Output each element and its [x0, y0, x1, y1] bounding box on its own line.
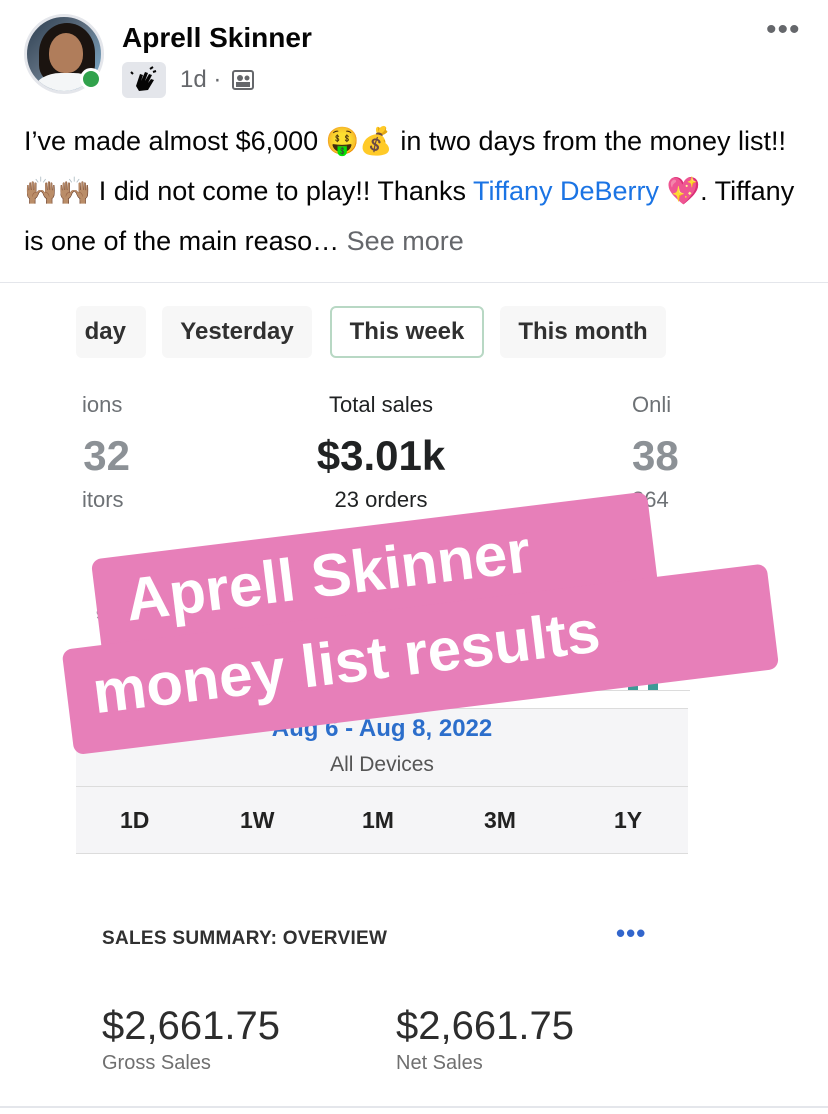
range-1d-button[interactable]: 1D [120, 787, 149, 853]
post-timestamp[interactable]: 1d · [180, 66, 221, 94]
post-more-options-icon[interactable]: ••• [766, 15, 801, 45]
see-more-link[interactable]: See more [339, 226, 464, 256]
tab-today[interactable]: day [76, 306, 146, 358]
tab-this-week[interactable]: This week [330, 306, 484, 358]
divider [0, 282, 828, 283]
stat-right-value: 38 [632, 432, 679, 479]
stat-left-value: 32 [83, 432, 130, 479]
summary-more-icon[interactable]: ••• [616, 918, 646, 949]
range-3m-button[interactable]: 3M [484, 787, 516, 853]
mention-link[interactable]: Tiffany DeBerry [473, 176, 659, 206]
post-bottom-divider [0, 1106, 828, 1108]
net-sales-value: $2,661.75 [396, 1004, 574, 1048]
tab-this-month[interactable]: This month [500, 306, 666, 358]
range-selector: 1D 1W 1M 3M 1Y [76, 786, 688, 854]
time-text[interactable]: 1d [180, 66, 207, 93]
online-status-dot [80, 68, 102, 90]
gross-sales-label: Gross Sales [102, 1052, 211, 1074]
net-sales-label: Net Sales [396, 1052, 483, 1074]
range-1y-button[interactable]: 1Y [614, 787, 642, 853]
range-1w-button[interactable]: 1W [240, 787, 275, 853]
post-body: I’ve made almost $6,000 🤑💰 in two days f… [24, 116, 804, 266]
stat-right-label: Onli [632, 392, 672, 417]
total-sales-value: $3.01k [316, 432, 446, 479]
author-name[interactable]: Aprell Skinner [122, 22, 312, 54]
audience-icon[interactable] [232, 70, 254, 90]
total-sales-label: Total sales [329, 392, 433, 417]
stat-left-label: ions [82, 392, 123, 417]
sales-summary-title: SALES SUMMARY: OVERVIEW [102, 928, 388, 949]
device-filter[interactable]: All Devices [76, 753, 688, 777]
range-1m-button[interactable]: 1M [362, 787, 394, 853]
gross-sales-value: $2,661.75 [102, 1004, 280, 1048]
tab-yesterday[interactable]: Yesterday [162, 306, 312, 358]
wave-badge-icon [122, 62, 166, 98]
time-separator: · [213, 66, 222, 93]
stat-left-sub: itors [82, 487, 124, 512]
